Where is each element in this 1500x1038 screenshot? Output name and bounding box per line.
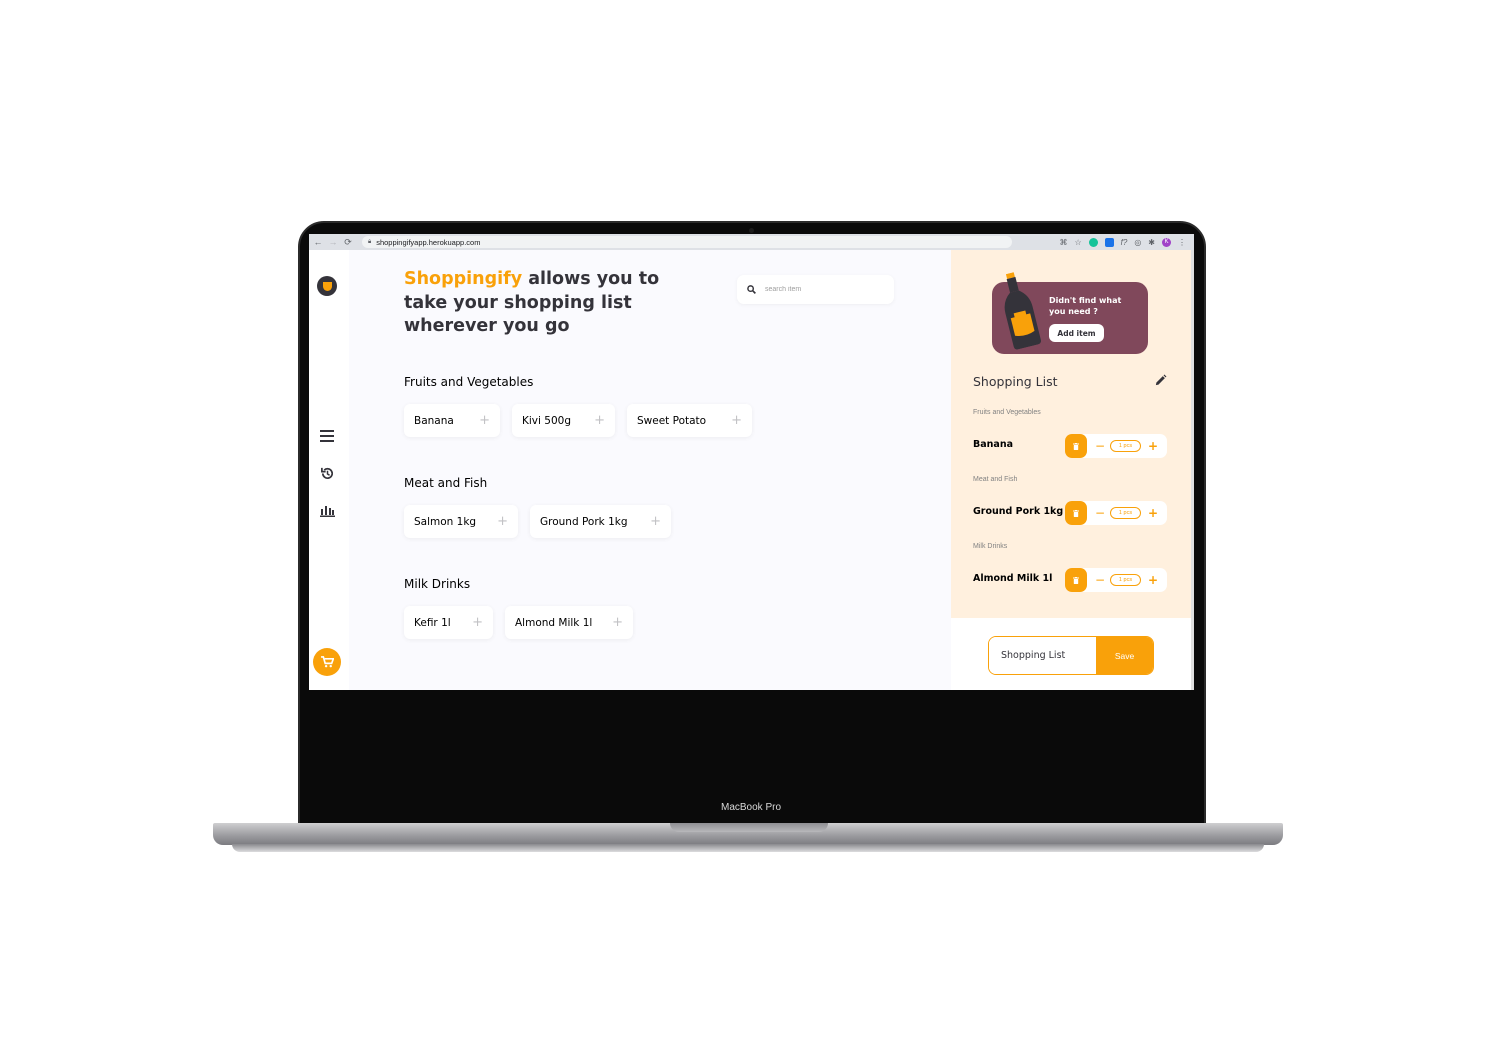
- delete-item-button[interactable]: [1065, 434, 1087, 458]
- category-title: Fruits and Vegetables: [404, 375, 534, 389]
- add-to-list-icon[interactable]: +: [479, 413, 490, 428]
- puzzle-icon[interactable]: ✱: [1148, 238, 1155, 247]
- item-name: Ground Pork 1kg: [540, 515, 628, 528]
- logo-heart-shape: [322, 281, 332, 291]
- item-card[interactable]: Kefir 1l +: [404, 606, 493, 639]
- category-title: Meat and Fish: [404, 476, 488, 490]
- trash-icon: [1073, 576, 1079, 584]
- category-items-row: Kefir 1l + Almond Milk 1l +: [404, 606, 633, 639]
- list-category-label: Meat and Fish: [973, 476, 1018, 483]
- laptop-base-bottom: [232, 844, 1264, 852]
- save-list-form: Save: [988, 636, 1154, 675]
- kebab-menu-icon[interactable]: ⋮: [1178, 238, 1186, 247]
- list-category-label: Fruits and Vegetables: [973, 409, 1041, 416]
- item-card[interactable]: Banana +: [404, 404, 500, 437]
- decrease-quantity-button[interactable]: −: [1095, 573, 1105, 587]
- formula-extension-icon[interactable]: f?: [1121, 238, 1128, 247]
- item-card[interactable]: Salmon 1kg +: [404, 505, 518, 538]
- list-item-name: Banana: [973, 439, 1013, 450]
- add-to-list-icon[interactable]: +: [650, 514, 661, 529]
- item-card[interactable]: Sweet Potato +: [627, 404, 752, 437]
- shoppingify-app: Shoppingify allows you to take your shop…: [309, 250, 1194, 690]
- quantity-badge: 1 pcs: [1110, 574, 1141, 586]
- browser-toolbar: ← → ⟳ 🔒︎ shoppingifyapp.herokuapp.com ⌘ …: [309, 234, 1194, 250]
- lock-icon: 🔒︎: [368, 238, 372, 245]
- increase-quantity-button[interactable]: +: [1148, 506, 1158, 520]
- save-button[interactable]: Save: [1096, 637, 1153, 674]
- main-content: Shoppingify allows you to take your shop…: [349, 250, 951, 690]
- scrollbar[interactable]: [1191, 250, 1194, 690]
- list-item-name: Almond Milk 1l: [973, 573, 1053, 584]
- search-input[interactable]: [765, 286, 885, 293]
- circle-extension-icon[interactable]: ◎: [1134, 238, 1141, 247]
- laptop-notch: [670, 823, 828, 832]
- profile-avatar[interactable]: K: [1162, 237, 1171, 247]
- history-icon[interactable]: [319, 465, 335, 481]
- translate-icon[interactable]: ⌘: [1059, 238, 1067, 247]
- category-title: Milk Drinks: [404, 577, 471, 591]
- increase-quantity-button[interactable]: +: [1148, 439, 1158, 453]
- list-item-name: Ground Pork 1kg: [973, 506, 1064, 517]
- trash-icon: [1073, 442, 1079, 450]
- decrease-quantity-button[interactable]: −: [1095, 439, 1105, 453]
- quantity-badge: 1 pcs: [1110, 507, 1141, 519]
- browser-window: ← → ⟳ 🔒︎ shoppingifyapp.herokuapp.com ⌘ …: [309, 234, 1194, 690]
- url-text: shoppingifyapp.herokuapp.com: [376, 237, 481, 247]
- item-card[interactable]: Almond Milk 1l +: [505, 606, 633, 639]
- add-to-list-icon[interactable]: +: [594, 413, 605, 428]
- extension-icon[interactable]: [1104, 237, 1114, 247]
- cart-button[interactable]: [313, 648, 341, 676]
- address-bar[interactable]: 🔒︎ shoppingifyapp.herokuapp.com: [362, 236, 1012, 248]
- quantity-badge: 1 pcs: [1110, 440, 1141, 452]
- forward-arrow-icon[interactable]: →: [327, 237, 339, 247]
- reload-icon[interactable]: ⟳: [342, 237, 354, 248]
- star-icon[interactable]: ☆: [1074, 238, 1081, 247]
- add-to-list-icon[interactable]: +: [497, 514, 508, 529]
- quantity-editor: − 1 pcs +: [1065, 434, 1167, 458]
- quantity-editor: − 1 pcs +: [1065, 501, 1167, 525]
- shoppingify-logo[interactable]: [317, 276, 337, 296]
- item-name: Kivi 500g: [522, 414, 571, 427]
- increase-quantity-button[interactable]: +: [1148, 573, 1158, 587]
- category-items-row: Banana + Kivi 500g + Sweet Potato +: [404, 404, 752, 437]
- save-list-footer: Save: [951, 618, 1194, 690]
- hero-headline: Shoppingify allows you to take your shop…: [404, 268, 664, 339]
- laptop-model-label: MacBook Pro: [720, 802, 782, 813]
- add-to-list-icon[interactable]: +: [472, 615, 483, 630]
- search-icon: [747, 285, 756, 294]
- grammarly-extension-icon[interactable]: [1088, 237, 1098, 247]
- item-card[interactable]: Ground Pork 1kg +: [530, 505, 671, 538]
- brand-name: Shoppingify: [404, 269, 523, 289]
- sidebar: [309, 250, 349, 690]
- list-icon[interactable]: [319, 428, 335, 444]
- delete-item-button[interactable]: [1065, 501, 1087, 525]
- trash-icon: [1073, 509, 1079, 517]
- add-to-list-icon[interactable]: +: [731, 413, 742, 428]
- list-name-input[interactable]: [989, 637, 1096, 674]
- promo-text: Didn't find what you need ?: [1049, 296, 1122, 316]
- shopping-list-title: Shopping List: [973, 374, 1058, 389]
- quantity-editor: − 1 pcs +: [1065, 568, 1167, 592]
- browser-extensions: ⌘ ☆ f? ◎ ✱ K ⋮: [1059, 237, 1194, 247]
- item-name: Sweet Potato: [637, 414, 707, 427]
- add-to-list-icon[interactable]: +: [612, 615, 623, 630]
- search-box[interactable]: [737, 275, 894, 304]
- item-name: Almond Milk 1l: [515, 616, 593, 629]
- delete-item-button[interactable]: [1065, 568, 1087, 592]
- statistics-icon[interactable]: [319, 502, 335, 518]
- shopping-list-panel: Didn't find what you need ? Add item Sho…: [951, 250, 1194, 690]
- list-category-label: Milk Drinks: [973, 543, 1008, 550]
- laptop-camera: [749, 228, 754, 233]
- add-item-button[interactable]: Add item: [1049, 324, 1104, 342]
- item-card[interactable]: Kivi 500g +: [512, 404, 615, 437]
- decrease-quantity-button[interactable]: −: [1095, 506, 1105, 520]
- cart-icon: [320, 656, 334, 668]
- category-items-row: Salmon 1kg + Ground Pork 1kg +: [404, 505, 671, 538]
- item-name: Kefir 1l: [414, 616, 451, 629]
- back-arrow-icon[interactable]: ←: [312, 237, 324, 247]
- shopping-list-area: Didn't find what you need ? Add item Sho…: [951, 250, 1194, 618]
- pencil-icon[interactable]: [1154, 374, 1167, 387]
- item-name: Banana: [414, 414, 454, 427]
- item-name: Salmon 1kg: [414, 515, 477, 528]
